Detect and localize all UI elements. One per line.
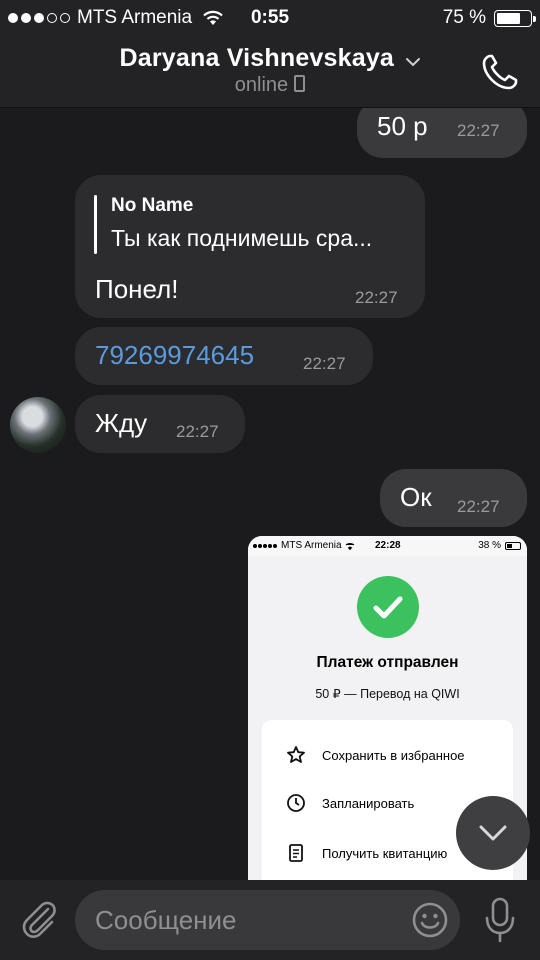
status-right: 75 %: [442, 7, 536, 29]
message-time: 22:27: [355, 288, 398, 307]
message-text: Ок: [400, 482, 432, 512]
image-status-bar: MTS Armenia 22:28 38 %: [248, 536, 527, 556]
message-list[interactable]: 50 р 22:27 No Name Ты как поднимешь сра.…: [0, 108, 540, 880]
action-label: Сохранить в избранное: [322, 747, 465, 763]
schedule-item: Запланировать: [284, 788, 414, 818]
image-status-left: MTS Armenia: [253, 540, 355, 551]
chat-header: Daryana Vishnevskaya online: [0, 36, 540, 108]
telegram-chat-screen: MTS Armenia 0:55 75 % Daryana Vishnevska…: [0, 0, 540, 960]
chevron-down-icon: [479, 825, 507, 841]
battery-icon: [494, 9, 536, 27]
image-battery-percent: 38 %: [478, 540, 501, 551]
message-bubble-outgoing[interactable]: Ок 22:27: [380, 469, 527, 527]
action-label: Получить квитанцию: [322, 845, 448, 861]
reply-preview-text[interactable]: Ты как поднимешь сра...: [111, 225, 372, 252]
message-input-bar: Сообщение: [0, 880, 540, 960]
scroll-to-bottom-button[interactable]: [456, 796, 530, 870]
message-time: 22:27: [303, 354, 346, 373]
battery-icon: [505, 541, 521, 550]
image-clock: 22:28: [375, 540, 401, 551]
message-time: 22:27: [457, 497, 500, 516]
star-icon: [284, 743, 308, 767]
message-text: Понел!: [95, 274, 179, 304]
payment-title: Платеж отправлен: [316, 654, 459, 671]
chat-title: Daryana Vishnevskaya: [119, 44, 395, 72]
clock-icon: [284, 791, 308, 815]
chevron-down-icon: [405, 57, 420, 67]
image-carrier: MTS Armenia: [281, 540, 342, 551]
wifi-icon: [345, 542, 354, 550]
receipt-item: Получить квитанцию: [284, 838, 447, 868]
phone-number-link[interactable]: 79269974645: [95, 340, 254, 371]
status-bar: MTS Armenia 0:55 75 %: [0, 0, 540, 36]
message-text: Жду: [95, 408, 148, 438]
receipt-icon: [284, 841, 308, 865]
message-text: 50 р: [377, 111, 428, 141]
image-status-right: 38 %: [478, 540, 521, 551]
message-input[interactable]: Сообщение: [75, 890, 460, 950]
message-time: 22:27: [457, 121, 500, 140]
phone-call-icon[interactable]: [478, 50, 522, 94]
message-time: 22:27: [176, 422, 219, 441]
message-input-placeholder: Сообщение: [95, 905, 237, 935]
battery-percent: 75 %: [442, 7, 486, 28]
save-favorite-item: Сохранить в избранное: [284, 740, 465, 770]
action-label: Запланировать: [322, 795, 415, 811]
success-check-icon: [357, 576, 419, 638]
chat-title-button[interactable]: Daryana Vishnevskaya: [0, 44, 540, 73]
reply-quote-bar: [94, 195, 97, 254]
message-bubble-incoming[interactable]: Жду 22:27: [75, 395, 245, 453]
reply-author[interactable]: No Name: [111, 195, 193, 217]
avatar[interactable]: [10, 397, 66, 453]
online-status: online: [0, 74, 540, 97]
message-bubble-incoming[interactable]: No Name Ты как поднимешь сра... Понел! 2…: [75, 175, 425, 318]
message-bubble-incoming[interactable]: 79269974645 22:27: [75, 327, 373, 385]
payment-subtitle: 50 ₽ — Перевод на QIWI: [315, 687, 460, 701]
paperclip-icon[interactable]: [18, 897, 60, 941]
online-status-label: online: [234, 74, 289, 96]
microphone-icon[interactable]: [482, 896, 518, 944]
emoji-icon[interactable]: [411, 901, 449, 939]
message-bubble-outgoing[interactable]: 50 р 22:27: [357, 108, 527, 158]
mobile-device-icon: [294, 75, 306, 93]
